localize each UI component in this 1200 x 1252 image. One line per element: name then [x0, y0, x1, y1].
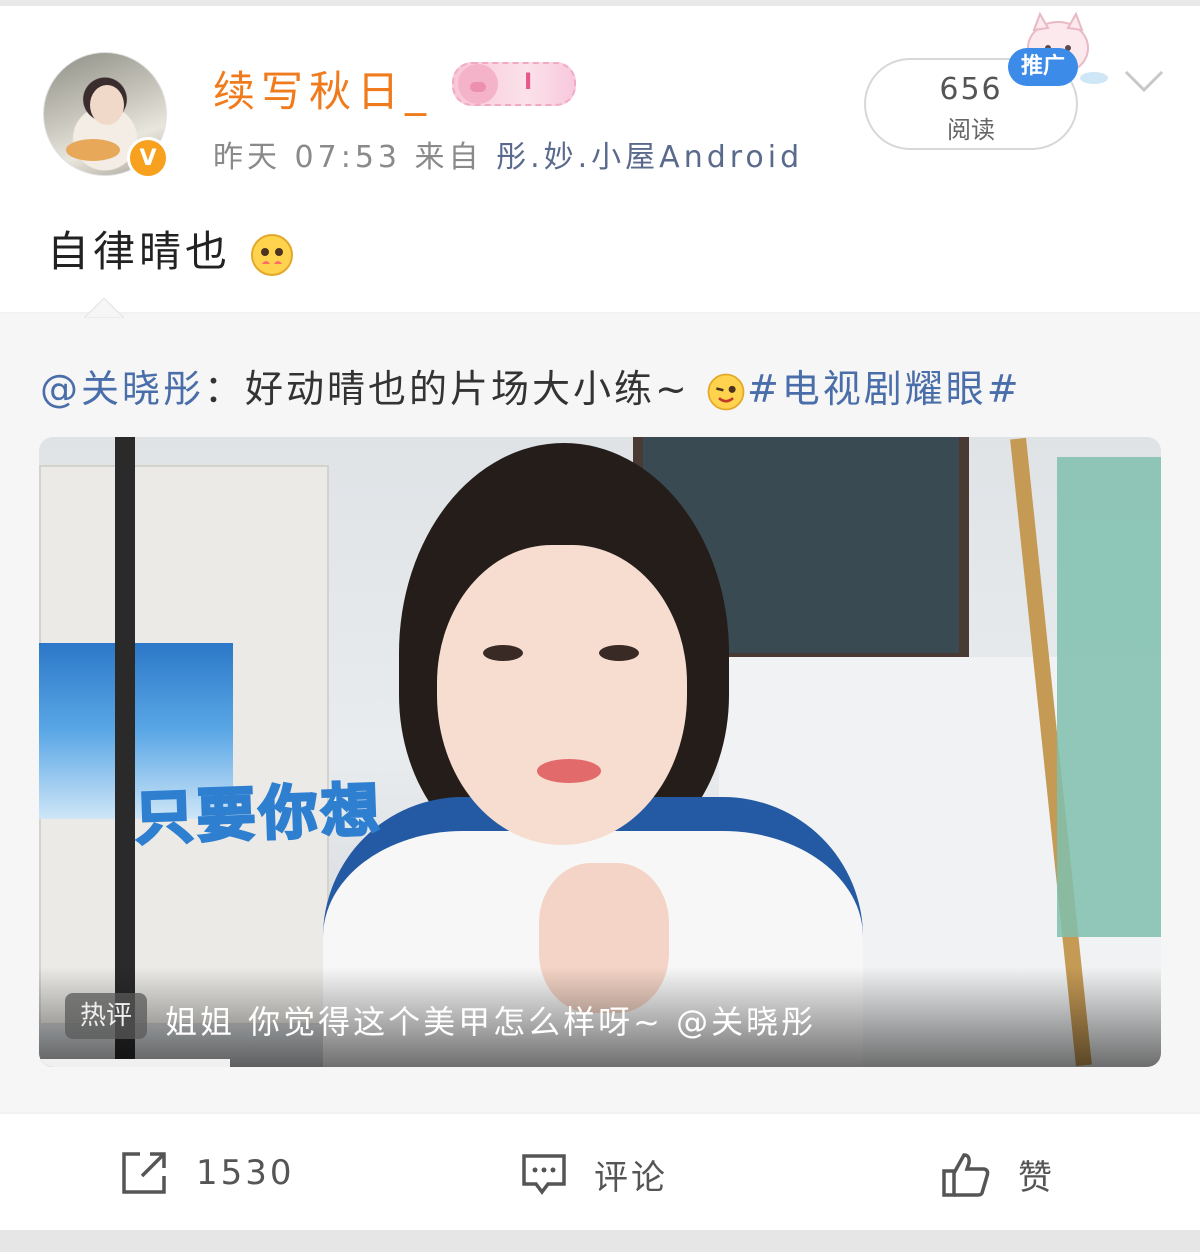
share-button[interactable]: 1530: [120, 1150, 295, 1196]
repost-hashtag[interactable]: #电视剧耀眼#: [747, 367, 1022, 411]
comment-icon: [522, 1153, 566, 1195]
video-eye-left: [483, 645, 523, 661]
video-cloth: [1057, 457, 1161, 937]
video-eye-right: [599, 645, 639, 661]
blush-emoji-icon: [251, 233, 294, 276]
post-text: 自律晴也: [47, 218, 296, 279]
video-progress-bar[interactable]: [39, 1059, 230, 1067]
like-button[interactable]: 赞: [940, 1150, 1055, 1199]
post-time: 昨天 07:53: [213, 140, 401, 175]
post-body: 自律晴也: [47, 227, 232, 276]
action-bar: 1530 评论 赞: [0, 1114, 1200, 1230]
username[interactable]: 续写秋日_: [213, 58, 432, 119]
share-icon: [122, 1152, 166, 1194]
wink-emoji-icon: [707, 373, 745, 410]
repost-text: @关晓彤：好动晴也的片场大小练~ #电视剧耀眼#: [40, 358, 1022, 413]
pig-icon: [458, 64, 498, 104]
video-caption: 只要你想: [133, 774, 386, 854]
post-meta: 昨天 07:53 来自 彤.妙.小屋Android: [213, 132, 803, 176]
avatar-face: [90, 85, 124, 125]
badge-level: I: [524, 70, 533, 95]
share-count: 1530: [196, 1153, 295, 1193]
hot-comment-tag: 热评: [65, 993, 147, 1039]
bottom-divider: [0, 1230, 1200, 1252]
video-lips: [537, 759, 601, 783]
member-badge[interactable]: I: [452, 62, 576, 106]
verified-badge-icon: V: [127, 137, 169, 179]
read-label: 阅读: [947, 116, 995, 144]
like-label: 赞: [1018, 1158, 1055, 1198]
chevron-down-icon[interactable]: [1122, 66, 1166, 96]
thumbs-up-icon: [942, 1152, 990, 1197]
avatar-plate: [66, 139, 120, 161]
comment-label: 评论: [594, 1158, 668, 1198]
comment-button[interactable]: 评论: [520, 1150, 668, 1199]
promo-tag: 推广: [1008, 48, 1078, 86]
repost-mention[interactable]: @关晓彤: [40, 367, 204, 411]
hot-comment-text[interactable]: 姐姐 你觉得这个美甲怎么样呀~ @关晓彤: [165, 997, 816, 1043]
video-person-face: [437, 545, 687, 845]
video-player[interactable]: 只要你想 热评 姐姐 你觉得这个美甲怎么样呀~ @关晓彤: [39, 437, 1161, 1067]
repost-notch: [84, 298, 124, 318]
from-label: 来自: [414, 140, 483, 175]
repost-body: ：好动晴也的片场大小练~: [204, 367, 690, 411]
post-source[interactable]: 彤.妙.小屋Android: [496, 140, 803, 175]
